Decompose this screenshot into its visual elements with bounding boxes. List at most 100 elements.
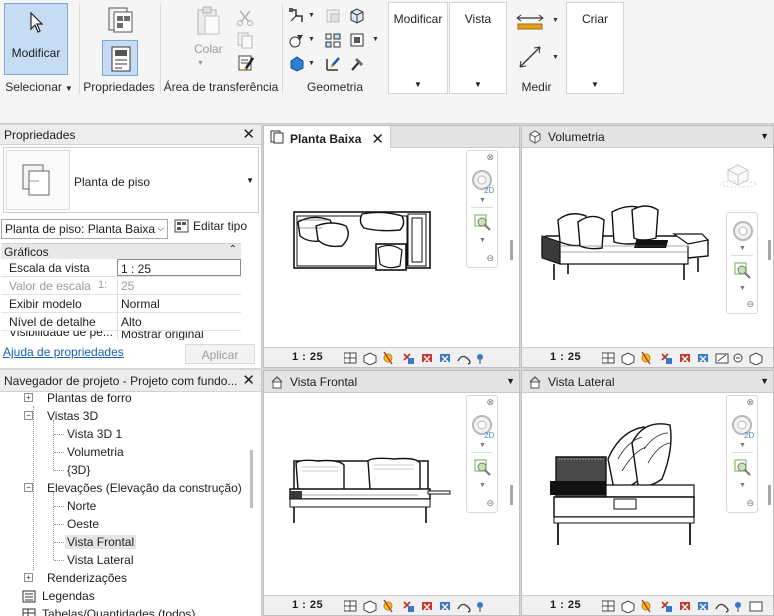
close-icon[interactable]: ✕ xyxy=(242,371,255,389)
view-control-icons[interactable] xyxy=(602,351,774,365)
tree-node-elevacoes[interactable]: − Elevações (Elevação da construção) xyxy=(0,479,250,497)
tree-node-plantas-de-forro[interactable]: + Plantas de forro xyxy=(0,392,250,407)
modify-panel-dropdown[interactable]: ▼ xyxy=(389,80,447,89)
properties-help-link[interactable]: Ajuda de propriedades xyxy=(3,345,124,359)
instance-filter-select[interactable]: Planta de piso: Planta Baixa ⌵ xyxy=(1,219,168,239)
type-dropdown-arrow[interactable]: ▼ xyxy=(246,176,254,185)
view-panel-dropdown[interactable]: ▼ xyxy=(450,80,506,89)
measure-along-element-icon[interactable] xyxy=(517,44,543,70)
measure-between-references-icon[interactable] xyxy=(515,12,545,32)
browser-scrollbar[interactable] xyxy=(250,450,253,508)
zoom-icon[interactable] xyxy=(473,458,493,478)
modify-tool-button[interactable]: Modificar xyxy=(4,3,68,75)
close-icon[interactable]: ⊗ xyxy=(486,397,494,408)
view-scale[interactable]: 1 : 25 xyxy=(292,599,323,611)
expand-icon[interactable]: + xyxy=(24,393,33,402)
apply-button[interactable]: Aplicar xyxy=(185,344,255,364)
type-properties-icon[interactable] xyxy=(106,6,136,34)
view-tab-vista-frontal[interactable]: Vista Frontal xyxy=(264,371,363,393)
view-scrollbar[interactable] xyxy=(510,485,513,505)
view-scrollbar[interactable] xyxy=(768,240,771,260)
close-icon[interactable]: ⊖ xyxy=(746,498,754,509)
paint-icon[interactable] xyxy=(288,55,306,73)
view-volumetria[interactable]: Volumetria ▼ ▼ ▼ ⊖ 1 : 25 xyxy=(521,125,774,368)
close-icon[interactable]: ⊗ xyxy=(486,152,494,163)
tree-node-oeste[interactable]: Oeste xyxy=(0,515,250,533)
tree-node-vista-lateral[interactable]: Vista Lateral xyxy=(0,551,250,569)
close-icon[interactable]: ⊖ xyxy=(486,253,494,264)
cut-geometry-icon[interactable] xyxy=(324,7,342,25)
tree-node-vista-frontal[interactable]: Vista Frontal xyxy=(0,533,250,551)
view-scale-input[interactable]: 1 : 25 xyxy=(117,259,241,276)
steering-wheel-icon[interactable]: 2D xyxy=(470,414,496,440)
view-tab-planta-baixa[interactable]: Planta Baixa ✕ xyxy=(264,126,391,148)
view-tab-vista-lateral[interactable]: Vista Lateral xyxy=(522,371,621,393)
view-ribbon-panel[interactable]: Vista ▼ xyxy=(449,2,507,94)
select-dropdown[interactable]: Selecionar ▼ xyxy=(0,80,78,94)
display-model-value[interactable]: Normal xyxy=(117,295,241,312)
zoom-icon[interactable] xyxy=(473,213,493,233)
properties-palette: Propriedades ✕ Planta de piso ▼ Planta d… xyxy=(0,125,262,401)
wall-joins-icon[interactable] xyxy=(288,31,306,49)
paste-icon[interactable] xyxy=(194,6,222,38)
detail-level-value[interactable]: Alto xyxy=(117,313,241,330)
view-scale[interactable]: 1 : 25 xyxy=(550,351,581,363)
parts-visibility-value[interactable]: Mostrar original xyxy=(117,331,241,340)
type-selector[interactable]: Planta de piso ▼ xyxy=(3,147,259,213)
collapse-icon[interactable]: ⌃ xyxy=(229,244,237,255)
view-vista-lateral[interactable]: Vista Lateral ▼ ⊗ 2D ▼ ▼ ⊖ 1 : 25 xyxy=(521,370,774,616)
tree-node-volumetria[interactable]: Volumetria xyxy=(0,443,250,461)
zoom-icon[interactable] xyxy=(733,261,753,281)
view-menu-arrow[interactable]: ▼ xyxy=(506,376,515,386)
hammer-icon[interactable] xyxy=(348,55,366,73)
view-tab-bar: Vista Frontal ▼ xyxy=(264,371,519,393)
copy-icon[interactable] xyxy=(236,31,254,49)
view-tab-volumetria[interactable]: Volumetria xyxy=(522,126,611,148)
tree-node-renderizacoes[interactable]: + Renderizações xyxy=(0,569,250,587)
close-icon[interactable]: ⊗ xyxy=(746,397,754,408)
view-control-icons[interactable] xyxy=(602,599,774,613)
modify-ribbon-panel[interactable]: Modificar ▼ xyxy=(388,2,448,94)
tree-node-legendas[interactable]: Legendas xyxy=(0,587,250,605)
collapse-icon[interactable]: − xyxy=(24,411,33,420)
view-scrollbar[interactable] xyxy=(768,485,771,505)
create-panel-dropdown[interactable]: ▼ xyxy=(567,80,623,89)
properties-toggle-button[interactable] xyxy=(102,40,138,76)
tree-node-norte[interactable]: Norte xyxy=(0,497,250,515)
edit-type-button[interactable]: Editar tipo xyxy=(174,219,247,239)
steering-wheel-icon[interactable]: 2D xyxy=(470,169,496,195)
graphics-group-header[interactable]: Gráficos ⌃ xyxy=(1,243,241,259)
view-control-icons[interactable] xyxy=(344,599,514,613)
cope-icon[interactable] xyxy=(288,7,306,25)
join-geometry-icon[interactable] xyxy=(348,7,366,25)
close-icon[interactable]: ✕ xyxy=(242,125,255,143)
tree-node-vista-3d-1[interactable]: Vista 3D 1 xyxy=(0,425,250,443)
viewcube-icon[interactable] xyxy=(718,162,758,188)
tree-node-vistas-3d[interactable]: − Vistas 3D xyxy=(0,407,250,425)
view-control-icons[interactable] xyxy=(344,351,514,365)
view-scale[interactable]: 1 : 25 xyxy=(550,599,581,611)
close-icon[interactable]: ⊖ xyxy=(746,299,754,310)
split-face-icon[interactable] xyxy=(324,31,342,49)
demolish-icon[interactable] xyxy=(348,31,366,49)
create-ribbon-panel[interactable]: Criar ▼ xyxy=(566,2,624,94)
view-planta-baixa[interactable]: Planta Baixa ✕ ⊗ 2D ▼ ▼ ⊖ 1 : 25 xyxy=(263,125,520,368)
collapse-icon[interactable]: − xyxy=(24,483,33,492)
view-vista-frontal[interactable]: Vista Frontal ▼ ⊗ 2D ▼ ▼ ⊖ 1 : 25 xyxy=(263,370,520,616)
cut-icon[interactable] xyxy=(236,8,254,26)
view-menu-arrow[interactable]: ▼ xyxy=(760,131,769,141)
steering-wheel-icon[interactable] xyxy=(731,219,755,243)
view-menu-arrow[interactable]: ▼ xyxy=(760,376,769,386)
steering-wheel-icon[interactable]: 2D xyxy=(730,414,756,440)
tree-node-3d[interactable]: {3D} xyxy=(0,461,250,479)
paste-dropdown[interactable]: ▼ xyxy=(197,60,204,67)
view-scale[interactable]: 1 : 25 xyxy=(292,351,323,363)
view-scrollbar[interactable] xyxy=(510,240,513,260)
zoom-icon[interactable] xyxy=(733,458,753,478)
close-icon[interactable]: ⊖ xyxy=(486,498,494,509)
tree-node-tabelas[interactable]: Tabelas/Quantidades (todos) xyxy=(0,605,250,616)
close-icon[interactable]: ✕ xyxy=(371,131,384,148)
match-properties-icon[interactable] xyxy=(236,54,254,72)
expand-icon[interactable]: + xyxy=(24,573,33,582)
paint-brush-icon[interactable] xyxy=(324,55,342,73)
